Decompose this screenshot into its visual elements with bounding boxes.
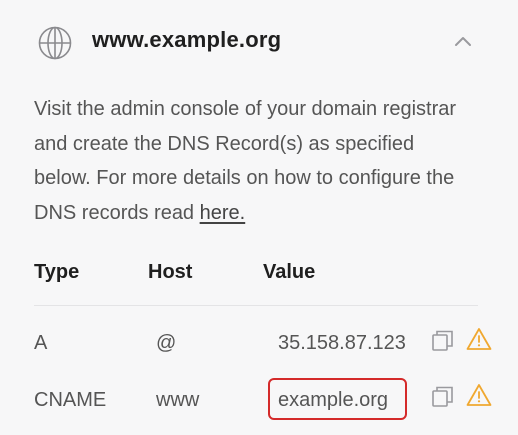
- warning-icon: [466, 383, 492, 407]
- copy-icon[interactable]: [432, 330, 454, 352]
- column-header-type: Type: [34, 261, 80, 283]
- details-link[interactable]: here.: [200, 202, 246, 224]
- warning-icon: [466, 327, 492, 351]
- globe-icon: [38, 26, 72, 60]
- instructions-text: Visit the admin console of your domain r…: [34, 92, 474, 230]
- column-header-value: Value: [263, 261, 316, 283]
- dns-record-panel: www.example.org Visit the admin console …: [0, 0, 518, 435]
- collapse-button[interactable]: [448, 28, 478, 58]
- table-divider: [34, 305, 478, 306]
- record-host: @: [156, 332, 177, 354]
- record-host: www: [156, 389, 200, 411]
- copy-icon[interactable]: [432, 386, 454, 408]
- value-highlight-box: [268, 378, 407, 420]
- domain-header[interactable]: www.example.org: [0, 0, 518, 84]
- record-type: CNAME: [34, 389, 107, 411]
- chevron-up-icon: [454, 34, 472, 52]
- domain-title: www.example.org: [92, 27, 282, 52]
- record-type: A: [34, 332, 48, 354]
- column-header-host: Host: [148, 261, 193, 283]
- record-value: 35.158.87.123: [278, 332, 406, 354]
